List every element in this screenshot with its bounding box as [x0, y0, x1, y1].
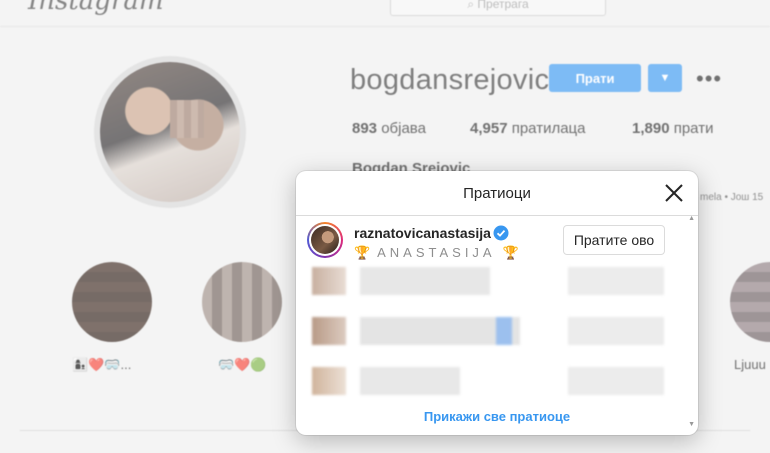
dialog-header: Пратиоци — [296, 171, 698, 216]
follower-row[interactable]: raznatovicanastasija 🏆 ANASTASIJA 🏆 Прат… — [296, 217, 698, 261]
dialog-title: Пратиоци — [463, 184, 531, 202]
trophy-icon: 🏆 — [502, 245, 519, 260]
follower-subtitle: ANASTASIJA — [377, 245, 495, 260]
blurred-button — [568, 317, 664, 345]
follower-username[interactable]: raznatovicanastasija — [354, 225, 491, 241]
follower-row-hidden[interactable] — [296, 365, 698, 409]
follower-avatar[interactable] — [311, 226, 339, 254]
blurred-username — [360, 317, 520, 345]
scroll-down-arrow-icon[interactable]: ▼ — [688, 421, 695, 428]
close-icon[interactable] — [662, 181, 686, 205]
follower-full-name: 🏆 ANASTASIJA 🏆 — [354, 245, 519, 261]
verified-badge-icon — [493, 225, 509, 241]
trophy-icon: 🏆 — [354, 245, 371, 260]
blurred-username — [360, 367, 460, 395]
blurred-avatar — [312, 367, 346, 395]
blurred-avatar — [312, 317, 346, 345]
blurred-avatar — [312, 267, 346, 295]
followers-dialog: Пратиоци raznatovicanastasija 🏆 ANASTASI… — [296, 171, 698, 435]
follower-row-hidden[interactable] — [296, 265, 698, 309]
show-all-followers-link[interactable]: Прикажи све пратиоце — [296, 409, 698, 424]
blurred-button — [568, 367, 664, 395]
follow-back-button[interactable]: Пратите ово — [563, 225, 665, 255]
follower-row-hidden[interactable] — [296, 315, 698, 359]
blurred-button — [568, 267, 664, 295]
blurred-username — [360, 267, 490, 295]
scroll-up-arrow-icon[interactable]: ▲ — [688, 215, 695, 222]
